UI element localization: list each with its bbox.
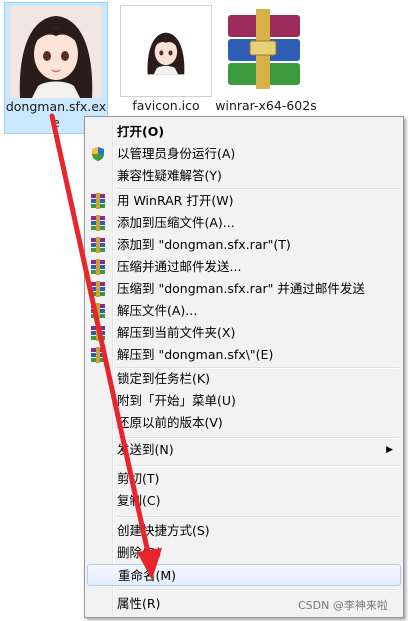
menu-item-label: 添加到 "dongman.sfx.rar"(T) <box>117 237 291 252</box>
file-name-label: favicon.ico <box>132 98 200 113</box>
menu-item-compress-and-email[interactable]: 压缩并通过邮件发送... <box>87 256 401 278</box>
menu-item-label: 属性(R) <box>117 596 161 611</box>
menu-item-label: 创建快捷方式(S) <box>117 523 210 538</box>
file-dongman-sfx-exe[interactable]: dongman.sfx.exe <box>4 2 108 134</box>
menu-item-pin-to-start[interactable]: 附到「开始」菜单(U) <box>87 390 401 412</box>
watermark-text: CSDN @李神来啦 <box>298 599 388 612</box>
menu-item-copy[interactable]: 复制(C) <box>87 490 401 512</box>
anime-girl-thumbnail-icon <box>10 6 102 98</box>
menu-item-extract-to-folder[interactable]: 解压到 "dongman.sfx\"(E) <box>87 344 401 366</box>
menu-item-label: 锁定到任务栏(K) <box>117 371 210 386</box>
menu-item-create-shortcut[interactable]: 创建快捷方式(S) <box>87 520 401 542</box>
menu-item-add-to-named-rar[interactable]: 添加到 "dongman.sfx.rar"(T) <box>87 234 401 256</box>
winrar-icon <box>90 237 106 253</box>
menu-item-cut[interactable]: 剪切(T) <box>87 468 401 490</box>
menu-item-label: 删除(D) <box>117 545 162 560</box>
menu-item-label: 用 WinRAR 打开(W) <box>117 193 234 208</box>
menu-separator <box>117 465 399 467</box>
menu-item-pin-to-taskbar[interactable]: 锁定到任务栏(K) <box>87 368 401 390</box>
menu-item-extract-files[interactable]: 解压文件(A)... <box>87 300 401 322</box>
winrar-icon <box>90 193 106 209</box>
menu-item-open[interactable]: 打开(O) <box>87 121 401 143</box>
menu-item-label: 剪切(T) <box>117 471 160 486</box>
menu-item-label: 重命名(M) <box>118 568 177 583</box>
menu-item-delete[interactable]: 删除(D) <box>87 542 401 564</box>
context-menu: 打开(O) 以管理员身份运行(A) 兼容性疑难解答(Y) 用 WinRAR 打开… <box>84 116 404 618</box>
submenu-arrow-icon: ▶ <box>386 445 393 455</box>
menu-item-rename[interactable]: 重命名(M) <box>87 564 401 586</box>
winrar-icon <box>90 347 106 363</box>
winrar-icon <box>90 325 106 341</box>
menu-item-restore-previous[interactable]: 还原以前的版本(V) <box>87 412 401 434</box>
winrar-icon <box>90 281 106 297</box>
menu-item-label: 压缩并通过邮件发送... <box>117 259 242 274</box>
winrar-icon <box>90 303 106 319</box>
menu-item-compat-troubleshoot[interactable]: 兼容性疑难解答(Y) <box>87 165 401 187</box>
menu-item-label: 压缩到 "dongman.sfx.rar" 并通过邮件发送 <box>117 281 365 296</box>
menu-item-label: 发送到(N) <box>117 442 174 457</box>
menu-item-compress-to-rar-and-email[interactable]: 压缩到 "dongman.sfx.rar" 并通过邮件发送 <box>87 278 401 300</box>
menu-item-add-to-archive[interactable]: 添加到压缩文件(A)... <box>87 212 401 234</box>
menu-separator <box>117 516 399 518</box>
file-name-label: winrar-x64-602s <box>215 98 317 113</box>
menu-item-label: 兼容性疑难解答(Y) <box>117 168 222 183</box>
menu-separator <box>117 589 399 591</box>
menu-item-label: 解压到 "dongman.sfx\"(E) <box>117 347 274 362</box>
menu-item-label: 打开(O) <box>117 124 165 139</box>
uac-shield-icon <box>90 146 106 162</box>
menu-item-label: 解压文件(A)... <box>117 303 198 318</box>
winrar-icon <box>90 259 106 275</box>
menu-item-extract-here[interactable]: 解压到当前文件夹(X) <box>87 322 401 344</box>
menu-item-open-with-winrar[interactable]: 用 WinRAR 打开(W) <box>87 190 401 212</box>
menu-item-send-to[interactable]: 发送到(N) ▶ <box>87 439 401 461</box>
winrar-icon <box>90 215 106 231</box>
favicon-thumbnail-icon <box>120 5 212 97</box>
menu-item-label: 添加到压缩文件(A)... <box>117 215 235 230</box>
menu-item-label: 解压到当前文件夹(X) <box>117 325 236 340</box>
menu-item-label: 复制(C) <box>117 493 161 508</box>
menu-item-label: 以管理员身份运行(A) <box>117 146 236 161</box>
winrar-books-icon <box>220 5 312 100</box>
menu-item-label: 附到「开始」菜单(U) <box>117 393 236 408</box>
menu-item-run-as-admin[interactable]: 以管理员身份运行(A) <box>87 143 401 165</box>
menu-item-label: 还原以前的版本(V) <box>117 415 223 430</box>
